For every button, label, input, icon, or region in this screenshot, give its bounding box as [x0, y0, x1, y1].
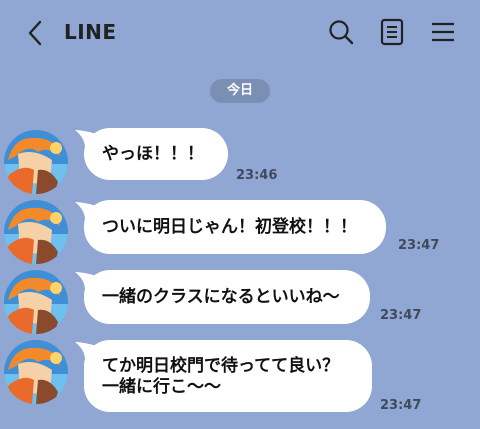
note-icon: [380, 18, 404, 46]
message-bubble[interactable]: 一緒のクラスになるといいね〜: [75, 270, 370, 324]
message-time: 23:47: [398, 238, 440, 253]
chat-header: LINE: [0, 0, 480, 64]
message-bubble[interactable]: てか明日校門で待ってて良い？ 一緒に行こ〜〜: [75, 340, 372, 412]
message-time: 23:47: [380, 398, 422, 413]
message-text: 一緒のクラスになるといいね〜: [102, 287, 340, 307]
chevron-left-icon: [28, 20, 42, 46]
message-time: 23:47: [380, 308, 422, 323]
message-bubble[interactable]: やっほ！！！: [75, 128, 228, 180]
avatar[interactable]: [4, 340, 68, 404]
message-time: 23:46: [236, 168, 278, 183]
back-button[interactable]: [22, 18, 48, 48]
avatar[interactable]: [4, 130, 68, 194]
message-text: やっほ！！！: [102, 144, 204, 164]
avatar[interactable]: [4, 270, 68, 334]
avatar[interactable]: [4, 200, 68, 264]
message-text-line: 一緒に行こ〜〜: [102, 377, 221, 397]
message-text-line: てか明日校門で待ってて良い？: [102, 356, 340, 376]
search-icon: [329, 20, 354, 45]
date-separator: 今日: [210, 79, 270, 103]
notes-button[interactable]: [377, 17, 407, 47]
search-button[interactable]: [326, 17, 356, 47]
message-bubble[interactable]: ついに明日じゃん！初登校！！！: [75, 200, 386, 254]
message-text: ついに明日じゃん！初登校！！！: [102, 217, 357, 237]
menu-button[interactable]: [428, 17, 458, 47]
chat-title: LINE: [64, 20, 117, 44]
menu-icon: [432, 22, 454, 42]
